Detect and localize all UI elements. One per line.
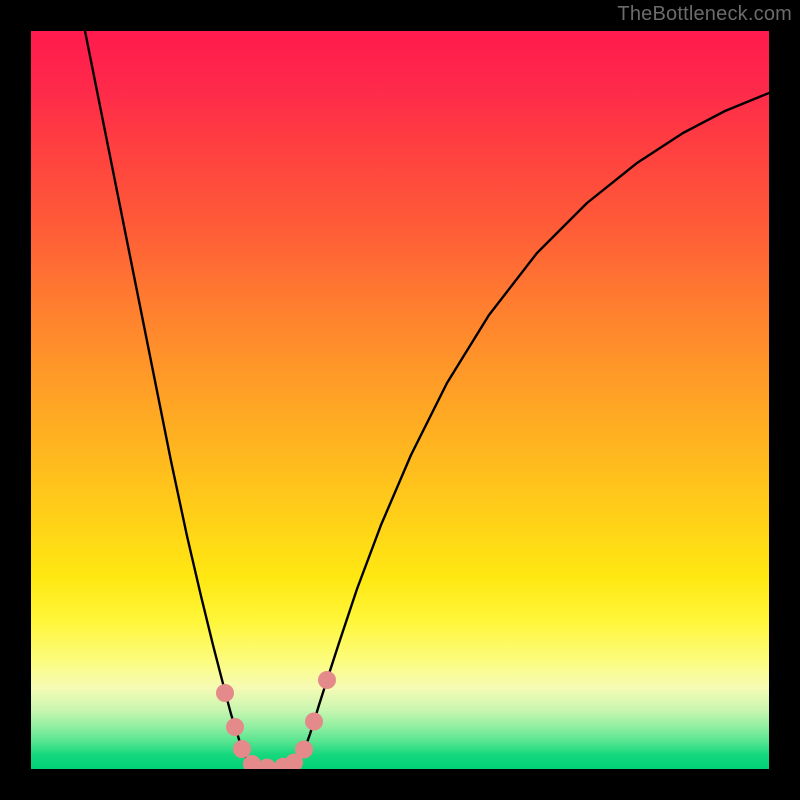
curve-marker — [258, 759, 276, 769]
stage: TheBottleneck.com — [0, 0, 800, 800]
watermark-text: TheBottleneck.com — [617, 3, 792, 26]
curve-marker — [226, 718, 244, 736]
curve-marker — [305, 713, 323, 731]
curve-marker — [295, 741, 313, 759]
curve-marker — [318, 671, 336, 689]
marker-layer — [31, 31, 769, 769]
curve-marker — [285, 754, 303, 769]
curve-marker — [233, 740, 251, 758]
plot-area — [31, 31, 769, 769]
curve-marker — [216, 684, 234, 702]
curve-marker — [274, 758, 292, 769]
curve-marker — [243, 755, 261, 769]
bottleneck-curve — [31, 31, 769, 769]
